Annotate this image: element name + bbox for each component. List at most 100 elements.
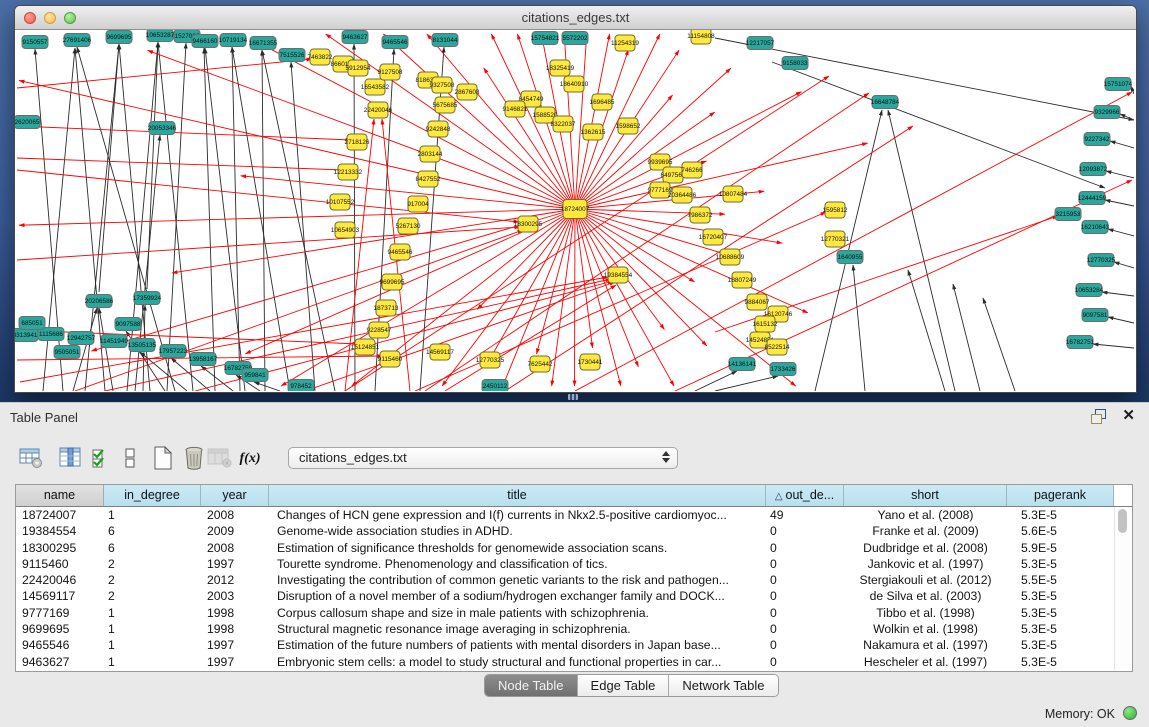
graph-node[interactable]: 14569117 (426, 344, 454, 360)
graph-node[interactable]: 15751074 (1104, 78, 1133, 91)
graph-node[interactable]: 9242848 (426, 121, 451, 137)
graph-node[interactable]: 2803144 (418, 146, 443, 162)
graph-node[interactable]: 9329966 (1094, 106, 1120, 119)
cell-outde[interactable]: 0 (766, 588, 844, 604)
column-header-year[interactable]: year (201, 485, 269, 506)
splitter-grip[interactable] (568, 394, 578, 400)
graph-node[interactable]: 27691406 (63, 34, 92, 47)
table-settings-button[interactable] (17, 444, 45, 472)
cell-short[interactable]: Jankovic et al. (1997) (844, 556, 1007, 572)
graph-node[interactable]: 13505135 (128, 339, 157, 352)
graph-node[interactable]: 5912954 (346, 60, 371, 76)
graph-node[interactable]: 16543582 (361, 79, 390, 95)
select-all-button[interactable] (88, 444, 116, 472)
cell-name[interactable]: 18300295 (16, 540, 104, 556)
graph-node[interactable]: 9158033 (782, 57, 808, 70)
graph-node[interactable]: 1730441 (578, 354, 603, 370)
table-row[interactable]: 946554611997Estimation of the future num… (16, 637, 1132, 653)
cell-year[interactable]: 2008 (201, 507, 269, 523)
memory-ok-indicator[interactable] (1123, 706, 1137, 720)
cell-short[interactable]: Nakamura et al. (1997) (844, 637, 1007, 653)
graph-node[interactable]: 12770321 (821, 231, 850, 247)
graph-node[interactable]: 7625442 (528, 356, 553, 372)
graph-node[interactable]: 16210643 (1081, 221, 1110, 234)
window-titlebar[interactable]: citations_edges.txt (15, 6, 1136, 30)
table-selector-dropdown[interactable]: citations_edges.txt (288, 447, 678, 469)
cell-name[interactable]: 9777169 (16, 605, 104, 621)
graph-node[interactable]: 9228547 (367, 322, 392, 338)
cell-indegree[interactable]: 1 (104, 654, 201, 670)
tab-edge-table[interactable]: Edge Table (578, 675, 670, 696)
cell-outde[interactable]: 0 (766, 556, 844, 572)
tab-node-table[interactable]: Node Table (485, 675, 578, 696)
cell-title[interactable]: Investigating the contribution of common… (269, 572, 766, 588)
cell-short[interactable]: de Silva et al. (2003) (844, 588, 1007, 604)
cell-outde[interactable]: 49 (766, 507, 844, 523)
table-row[interactable]: 1938455462009Genome-wide association stu… (16, 523, 1132, 539)
graph-node[interactable]: 12217057 (746, 37, 775, 50)
cell-title[interactable]: Estimation of significance thresholds fo… (269, 540, 766, 556)
graph-node[interactable]: 8522514 (765, 339, 790, 355)
graph-node[interactable]: 9505051 (54, 346, 80, 359)
cell-name[interactable]: 18724007 (16, 507, 104, 523)
graph-node[interactable]: 15754821 (531, 32, 560, 45)
graph-node[interactable]: 18325419 (546, 60, 575, 76)
table-row[interactable]: 946362711997Embryonic stem cells: a mode… (16, 654, 1132, 670)
graph-node[interactable]: 3215953 (1055, 208, 1081, 221)
cell-indegree[interactable]: 2 (104, 572, 201, 588)
cell-short[interactable]: Franke et al. (2009) (844, 523, 1007, 539)
cell-outde[interactable]: 0 (766, 523, 844, 539)
cell-year[interactable]: 2009 (201, 523, 269, 539)
graph-node[interactable]: 12942757 (67, 332, 96, 345)
graph-node[interactable]: 18807249 (728, 272, 757, 288)
graph-node[interactable]: 1615132 (753, 316, 778, 332)
graph-node[interactable]: 2620065 (15, 116, 40, 129)
cell-name[interactable]: 9699695 (16, 621, 104, 637)
cell-title[interactable]: Changes of HCN gene expression and I(f) … (269, 507, 766, 523)
graph-node[interactable]: 10107552 (326, 194, 355, 210)
graph-node[interactable]: 917004 (407, 196, 429, 212)
graph-node[interactable]: 11154808 (687, 30, 715, 44)
graph-node[interactable]: 5572202 (562, 32, 588, 45)
cell-year[interactable]: 1998 (201, 605, 269, 621)
graph-node[interactable]: 746266 (681, 162, 703, 178)
graph-node[interactable]: 9465546 (388, 244, 413, 260)
cell-name[interactable]: 9465546 (16, 637, 104, 653)
function-builder-button[interactable]: f(x) (236, 444, 264, 472)
minimize-window-icon[interactable] (44, 12, 56, 24)
graph-node[interactable]: 19384554 (604, 267, 633, 283)
cell-indegree[interactable]: 1 (104, 637, 201, 653)
graph-node[interactable]: 10688609 (716, 249, 745, 265)
cell-short[interactable]: Dudbridge et al. (2008) (844, 540, 1007, 556)
cell-outde[interactable]: 0 (766, 540, 844, 556)
graph-node[interactable]: 20364486 (668, 187, 697, 203)
cell-indegree[interactable]: 2 (104, 556, 201, 572)
graph-node[interactable]: 20053346 (148, 122, 177, 135)
graph-node[interactable]: 7986372 (688, 207, 713, 223)
cell-short[interactable]: Hescheler et al. (1997) (844, 654, 1007, 670)
cell-indegree[interactable]: 1 (104, 605, 201, 621)
cell-indegree[interactable]: 1 (104, 621, 201, 637)
graph-node[interactable]: 10807484 (719, 186, 748, 202)
graph-node[interactable]: 16671355 (249, 37, 278, 50)
graph-node[interactable]: 5675685 (433, 97, 458, 113)
graph-node[interactable]: 9227342 (1084, 133, 1110, 146)
graph-node[interactable]: 16782751 (1066, 336, 1095, 349)
table-row[interactable]: 911546021997Tourette syndrome. Phenomeno… (16, 556, 1132, 572)
graph-node[interactable]: 18300295 (514, 216, 543, 232)
cell-outde[interactable]: 0 (766, 605, 844, 621)
cell-name[interactable]: 22420046 (16, 572, 104, 588)
cell-name[interactable]: 9115460 (16, 556, 104, 572)
graph-node[interactable]: 12770325 (476, 352, 505, 368)
cell-indegree[interactable]: 6 (104, 523, 201, 539)
cell-title[interactable]: Disruption of a novel member of a sodium… (269, 588, 766, 604)
graph-node[interactable]: 15124851 (351, 339, 380, 355)
cell-title[interactable]: Estimation of the future numbers of pati… (269, 637, 766, 653)
cell-short[interactable]: Wolkin et al. (1998) (844, 621, 1007, 637)
cell-year[interactable]: 1998 (201, 621, 269, 637)
graph-node[interactable]: 12213332 (334, 164, 363, 180)
graph-node[interactable]: 9699695 (380, 274, 405, 290)
graph-node[interactable]: 12444159 (1078, 192, 1107, 205)
graph-node[interactable]: 5267130 (396, 218, 421, 234)
graph-node[interactable]: 1696485 (590, 94, 615, 110)
